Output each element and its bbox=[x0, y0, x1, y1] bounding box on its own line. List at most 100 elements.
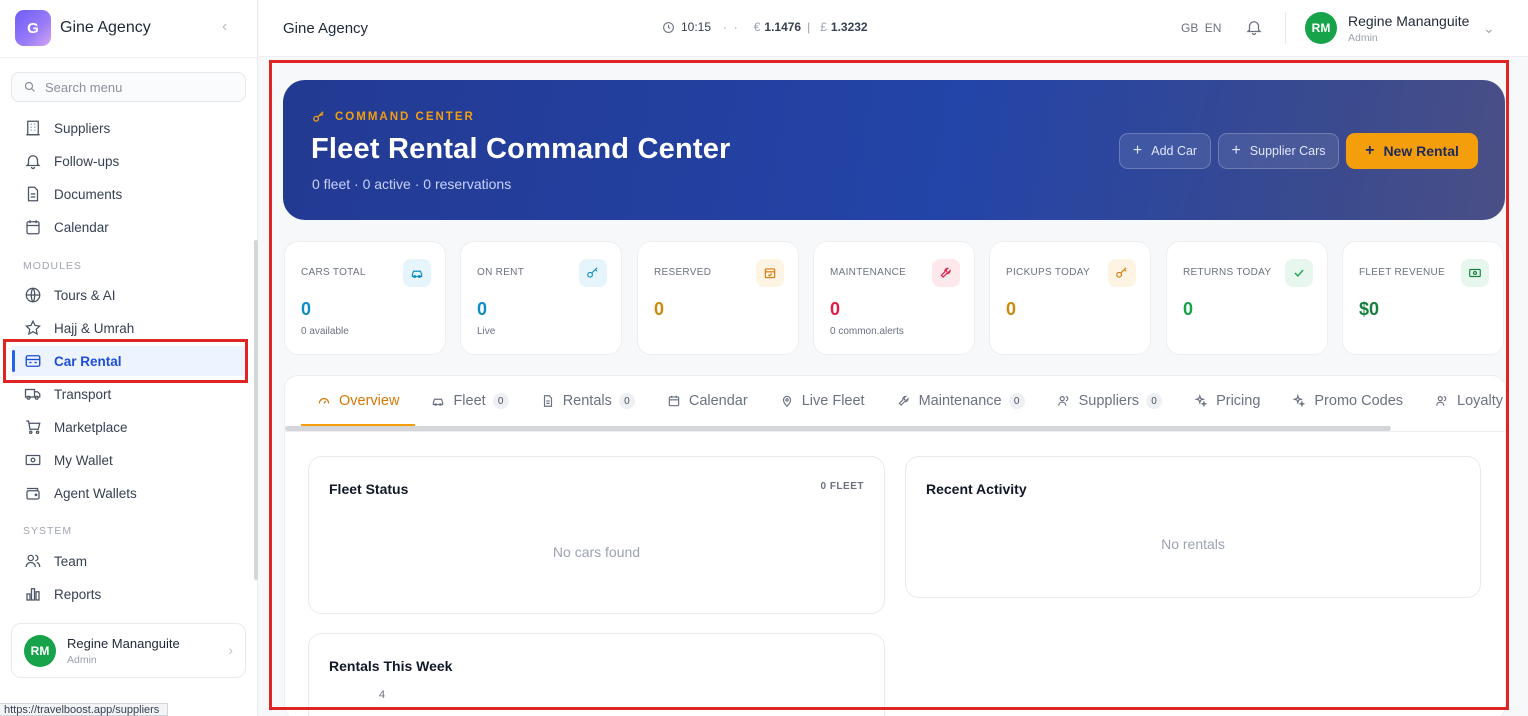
sidebar-item-calendar[interactable]: Calendar bbox=[12, 212, 247, 242]
section-label-modules: MODULES bbox=[23, 260, 82, 272]
sidebar-item-team[interactable]: Team bbox=[12, 546, 247, 576]
stat-sub: 0 available bbox=[301, 326, 349, 337]
tab-badge: 0 bbox=[1146, 393, 1163, 409]
key-icon bbox=[313, 111, 324, 122]
rentals-this-week-card: Rentals This Week 4 bbox=[308, 633, 885, 716]
top-bar-divider bbox=[1285, 12, 1286, 44]
tab-label: Loyalty bbox=[1457, 393, 1503, 409]
tab-overview[interactable]: Overview bbox=[301, 376, 416, 426]
tab-label: Rentals bbox=[562, 393, 612, 409]
sidebar-user-card[interactable]: RM Regine Mananguite Admin › bbox=[11, 623, 246, 678]
cash-icon bbox=[1461, 259, 1489, 287]
users-icon bbox=[1057, 396, 1068, 406]
sidebar-item-agent-wallets[interactable]: Agent Wallets bbox=[12, 478, 247, 508]
stat-card-returns-today: RETURNS TODAY 0 bbox=[1166, 241, 1328, 355]
brand-name: Gine Agency bbox=[60, 19, 151, 36]
hero-subtitle: 0 fleet · 0 active · 0 reservations bbox=[312, 176, 512, 192]
tab-bar: Overview Fleet 0 Rentals 0 Calendar Live… bbox=[301, 376, 1505, 426]
add-car-button[interactable]: + Add Car bbox=[1119, 133, 1211, 169]
hero-kicker-text: COMMAND CENTER bbox=[335, 111, 475, 123]
users-icon bbox=[25, 554, 41, 568]
new-rental-label: New Rental bbox=[1383, 143, 1459, 159]
stat-card-pickups-today: PICKUPS TODAY 0 bbox=[989, 241, 1151, 355]
stat-card-cars-total: CARS TOTAL 0 0 available bbox=[284, 241, 446, 355]
card-title: Recent Activity bbox=[926, 481, 1027, 497]
stat-label: FLEET REVENUE bbox=[1359, 267, 1445, 278]
check-icon bbox=[1285, 259, 1313, 287]
gauge-icon bbox=[318, 398, 330, 404]
eur-rate: 1.1476 bbox=[764, 20, 802, 34]
supplier-cars-button[interactable]: + Supplier Cars bbox=[1218, 133, 1339, 169]
stat-value: 0 bbox=[654, 299, 665, 319]
language-switcher[interactable]: GB EN bbox=[1181, 21, 1221, 35]
tab-live-fleet[interactable]: Live Fleet bbox=[764, 376, 881, 426]
sidebar-item-label: Calendar bbox=[54, 219, 109, 235]
brand-logo: G bbox=[15, 10, 51, 46]
user-menu[interactable]: RM Regine Mananguite Admin bbox=[1305, 12, 1469, 44]
car-icon bbox=[433, 398, 444, 406]
stat-label: CARS TOTAL bbox=[301, 267, 366, 278]
stat-value: 0 bbox=[830, 299, 841, 319]
tab-rentals[interactable]: Rentals 0 bbox=[525, 376, 651, 426]
sidebar-item-label: Agent Wallets bbox=[54, 485, 137, 501]
tab-calendar[interactable]: Calendar bbox=[651, 376, 764, 426]
sidebar-item-marketplace[interactable]: Marketplace bbox=[12, 412, 247, 442]
sidebar-item-tours-ai[interactable]: Tours & AI bbox=[12, 280, 247, 310]
section-label-system: SYSTEM bbox=[23, 525, 73, 537]
gbp-rate: 1.3232 bbox=[830, 20, 868, 34]
tab-badge: 0 bbox=[492, 393, 509, 409]
bell-icon bbox=[25, 155, 41, 170]
tab-maintenance[interactable]: Maintenance 0 bbox=[881, 376, 1041, 426]
sidebar-scrollbar[interactable] bbox=[254, 240, 258, 580]
sidebar-item-transport[interactable]: Transport bbox=[12, 379, 247, 409]
user-role: Admin bbox=[1348, 31, 1378, 44]
calendar-check-icon bbox=[756, 259, 784, 287]
calendar-icon bbox=[668, 395, 680, 407]
market-ticker: 10:15 · · € 1.1476 | £ 1.3232 bbox=[662, 20, 868, 34]
new-rental-button[interactable]: + New Rental bbox=[1346, 133, 1478, 169]
collapse-sidebar-chevron-left-icon[interactable]: ‹ bbox=[222, 18, 238, 38]
stat-value: 0 bbox=[1183, 299, 1194, 319]
document-icon bbox=[27, 186, 39, 202]
supplier-cars-label: Supplier Cars bbox=[1249, 144, 1326, 158]
sidebar-item-label: Transport bbox=[54, 386, 112, 402]
stat-sub: Live bbox=[477, 326, 496, 337]
user-name: Regine Mananguite bbox=[67, 635, 180, 651]
tab-loyalty[interactable]: Loyalty bbox=[1419, 376, 1505, 426]
fleet-count-badge: 0 FLEET bbox=[820, 481, 864, 492]
tab-fleet[interactable]: Fleet 0 bbox=[415, 376, 524, 426]
stat-card-maintenance: MAINTENANCE 0 0 common.alerts bbox=[813, 241, 975, 355]
stat-value: $0 bbox=[1359, 299, 1380, 319]
wallet-icon bbox=[26, 487, 40, 500]
sidebar-item-label: Documents bbox=[54, 186, 123, 202]
tab-badge: 0 bbox=[1008, 393, 1025, 409]
stat-value: 0 bbox=[301, 299, 312, 319]
top-bar: Gine Agency 10:15 · · € 1.1476 | £ 1.323… bbox=[259, 0, 1528, 57]
sidebar-item-follow-ups[interactable]: Follow-ups bbox=[12, 146, 247, 176]
hero-banner: COMMAND CENTER Fleet Rental Command Cent… bbox=[283, 80, 1505, 220]
tab-pricing[interactable]: Pricing bbox=[1178, 376, 1276, 426]
tabs-divider bbox=[285, 431, 1505, 432]
brand[interactable]: G Gine Agency bbox=[15, 10, 151, 46]
search-menu[interactable] bbox=[11, 72, 246, 102]
sidebar-item-label: Hajj & Umrah bbox=[54, 320, 135, 336]
avatar: RM bbox=[24, 634, 56, 667]
search-input[interactable] bbox=[45, 79, 235, 95]
sidebar-divider bbox=[0, 57, 258, 58]
sidebar-item-suppliers[interactable]: Suppliers bbox=[12, 113, 247, 143]
stat-value: 0 bbox=[1006, 299, 1017, 319]
avatar: RM bbox=[1305, 12, 1337, 44]
tab-label: Maintenance bbox=[918, 393, 1002, 409]
sidebar-item-documents[interactable]: Documents bbox=[12, 179, 247, 209]
empty-state: No rentals bbox=[1161, 536, 1225, 552]
chevron-down-icon[interactable]: ⌄ bbox=[1483, 20, 1495, 37]
sidebar-item-my-wallet[interactable]: My Wallet bbox=[12, 445, 247, 475]
chevron-right-icon: › bbox=[228, 642, 233, 658]
notifications-bell-icon[interactable] bbox=[1245, 18, 1263, 36]
tab-promo-codes[interactable]: Promo Codes bbox=[1276, 376, 1419, 426]
sidebar-item-label: Suppliers bbox=[54, 120, 111, 136]
stat-label: RETURNS TODAY bbox=[1183, 267, 1272, 278]
sidebar-item-reports[interactable]: Reports bbox=[12, 579, 247, 609]
user-name: Regine Mananguite bbox=[1348, 12, 1470, 29]
tab-suppliers[interactable]: Suppliers 0 bbox=[1041, 376, 1178, 426]
